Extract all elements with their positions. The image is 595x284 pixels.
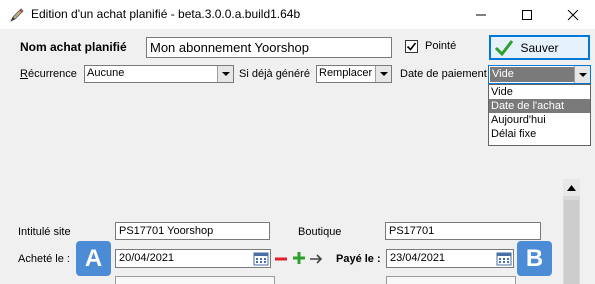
scroll-thumb[interactable] [564,200,579,284]
dropdown-option-delai-fixe[interactable]: Délai fixe [489,127,590,141]
dropdown-option-date-achat[interactable]: Date de l'achat [489,99,590,113]
save-label: Sauver [520,41,559,55]
paye-label: Payé le : [336,253,381,265]
dropdown-option-aujourdhui[interactable]: Aujourd'hui [489,113,590,127]
paye-date-value: 23/04/2021 [390,252,446,264]
checkmark-icon [406,42,417,51]
calendar-icon[interactable] [253,251,269,266]
chevron-down-icon[interactable] [375,66,391,82]
achete-date-field[interactable]: 20/04/2021 [115,249,271,268]
intitule-label: Intitulé site [18,226,71,238]
pencil-icon [10,8,24,22]
marker-a: A [76,241,111,276]
chevron-down-icon[interactable] [574,66,590,83]
minus-icon[interactable] [274,252,288,266]
si-deja-select[interactable]: Remplacer [316,65,392,83]
close-icon [567,9,579,20]
boutique-input[interactable]: PS17701 [385,222,541,240]
date-paiement-value: Vide [490,67,574,82]
nom-label: Nom achat planifié [20,40,127,54]
date-paiement-select[interactable]: Vide [488,65,591,84]
pointe-checkbox[interactable] [405,40,418,53]
window-title: Edition d'un achat planifié - beta.3.0.0… [31,7,301,21]
dropdown-option-vide[interactable]: Vide [489,85,590,99]
boutique-label: Boutique [298,226,342,238]
si-deja-value: Remplacer [319,67,373,79]
chevron-up-icon [567,184,576,191]
maximize-button[interactable] [504,0,550,29]
nom-input[interactable]: Mon abonnement Yoorshop [146,37,392,58]
marker-b: B [517,241,552,276]
date-paiement-label: Date de paiement [400,68,487,80]
save-button[interactable]: Sauver [489,35,590,60]
calendar-icon[interactable] [496,251,512,266]
recurrence-select[interactable]: Aucune [84,65,234,83]
recurrence-value: Aucune [87,67,125,79]
title-bar: Edition d'un achat planifié - beta.3.0.0… [0,0,595,29]
minimize-icon [476,14,486,15]
intitule-input[interactable]: PS17701 Yoorshop [115,222,270,240]
next-field-top [386,276,516,284]
paye-date-field[interactable]: 23/04/2021 [386,249,514,268]
minimize-button[interactable] [458,0,504,29]
close-button[interactable] [550,0,595,29]
pointe-label: Pointé [425,40,457,52]
next-field-top [115,276,275,284]
date-paiement-dropdown: Vide Date de l'achat Aujourd'hui Délai f… [488,84,591,146]
maximize-icon [522,9,532,20]
scroll-up-button[interactable] [563,179,580,196]
achete-label: Acheté le : [18,253,70,265]
achete-date-value: 20/04/2021 [119,252,175,264]
si-deja-label: Si déjà généré [239,68,310,80]
arrow-right-icon[interactable] [309,252,325,266]
recurrence-label: Récurrence [20,68,77,80]
plus-icon[interactable] [292,251,306,265]
chevron-down-icon[interactable] [217,66,233,82]
